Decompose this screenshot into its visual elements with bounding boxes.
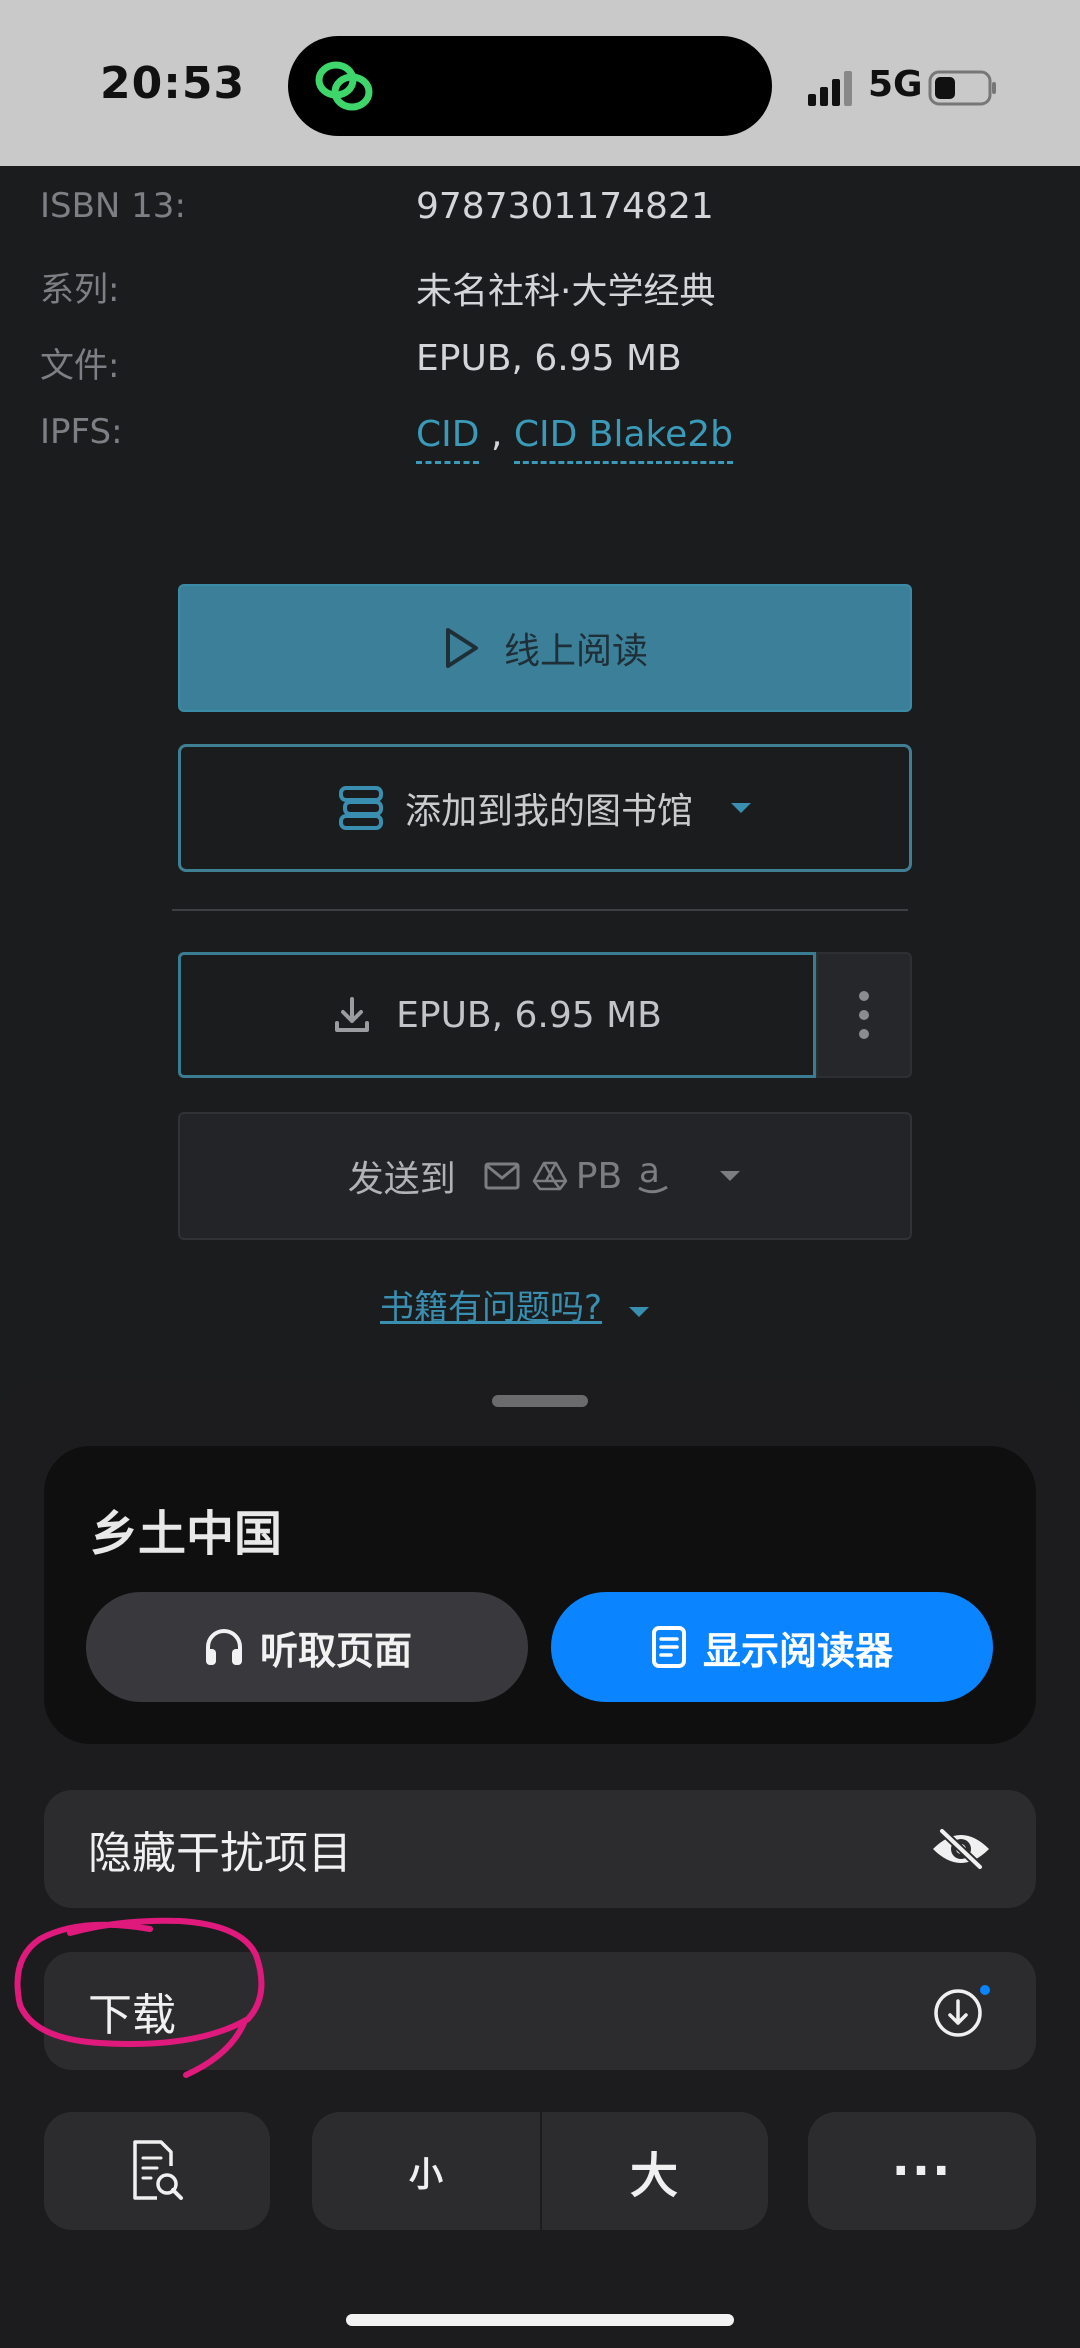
read-online-button[interactable]: 线上阅读 — [178, 584, 912, 712]
listen-label: 听取页面 — [259, 1628, 412, 1673]
library-icon — [338, 786, 383, 830]
text-size-divider — [540, 2112, 542, 2230]
isbn-label: ISBN 13: — [40, 186, 186, 226]
file-label: 文件: — [40, 346, 120, 386]
show-reader-button[interactable]: 显示阅读器 — [551, 1592, 993, 1702]
caret-down-icon — [720, 1171, 741, 1181]
clock: 20:53 — [100, 58, 246, 109]
increase-text-size-button[interactable]: 大 — [540, 2112, 768, 2230]
more-options-button[interactable] — [816, 952, 912, 1078]
decrease-text-size-label: 小 — [409, 2154, 443, 2195]
caret-down-icon — [731, 803, 751, 813]
listen-to-page-button[interactable]: 听取页面 — [86, 1592, 528, 1702]
google-drive-icon — [532, 1161, 568, 1191]
sheet-grabber[interactable] — [492, 1395, 588, 1407]
isbn-value: 9787301174821 — [416, 186, 714, 227]
play-icon — [445, 628, 478, 668]
download-circle-icon — [934, 1985, 990, 2037]
cid-link[interactable]: CID — [416, 414, 480, 464]
add-to-library-label: 添加到我的图书馆 — [404, 791, 693, 832]
text-size-control: 小 大 — [312, 2112, 768, 2230]
ipfs-separator: , — [490, 414, 503, 455]
download-icon — [335, 997, 370, 1032]
increase-text-size-label: 大 — [629, 2148, 678, 2204]
show-reader-label: 显示阅读器 — [702, 1628, 893, 1673]
more-button[interactable]: ··· — [808, 2112, 1036, 2230]
svg-text:a: a — [639, 1154, 660, 1191]
battery-icon — [928, 70, 996, 106]
hide-distracting-items-row[interactable]: 隐藏干扰项目 — [44, 1790, 1036, 1908]
find-in-page-icon — [133, 2140, 183, 2200]
caret-down-icon — [628, 1307, 649, 1317]
vertical-ellipsis-icon — [859, 991, 869, 1039]
download-epub-button[interactable]: EPUB, 6.95 MB — [178, 952, 816, 1078]
decrease-text-size-button[interactable]: 小 — [312, 2112, 540, 2230]
network-type: 5G — [868, 64, 923, 105]
ipfs-label: IPFS: — [40, 412, 123, 452]
headphones-icon — [205, 1629, 242, 1665]
hide-distracting-items-label: 隐藏干扰项目 — [88, 1828, 352, 1879]
signal-icon — [808, 71, 852, 106]
eye-slash-icon — [933, 1828, 989, 1870]
send-to-label: 发送到 — [347, 1159, 456, 1200]
reader-icon — [651, 1626, 686, 1668]
circle-annotation — [14, 1917, 265, 2078]
series-value: 未名社科·大学经典 — [416, 271, 716, 312]
download-epub-label: EPUB, 6.95 MB — [396, 994, 662, 1036]
report-problem-label: 书籍有问题吗? — [380, 1288, 603, 1328]
home-indicator[interactable] — [346, 2314, 734, 2326]
divider — [172, 909, 908, 911]
dynamic-island — [288, 36, 772, 136]
ipfs-links: CID , CID Blake2b — [416, 414, 733, 464]
more-label: ··· — [891, 2143, 953, 2199]
series-label: 系列: — [40, 270, 120, 310]
find-on-page-button[interactable] — [44, 2112, 270, 2230]
amazon-icon: a — [638, 1154, 669, 1194]
status-bar: 20:53 5G — [0, 0, 1080, 166]
send-to-button[interactable]: 发送到 PB a — [178, 1112, 912, 1240]
report-problem-link[interactable]: 书籍有问题吗? — [380, 1280, 651, 1329]
read-online-label: 线上阅读 — [503, 631, 648, 672]
pocketbook-label: PB — [575, 1155, 623, 1197]
cid-blake2b-link[interactable]: CID Blake2b — [513, 414, 733, 464]
link-app-icon — [315, 61, 373, 111]
add-to-library-button[interactable]: 添加到我的图书馆 — [178, 744, 912, 872]
page-title: 乡土中国 — [90, 1506, 283, 1562]
file-value: EPUB, 6.95 MB — [416, 338, 682, 379]
email-icon — [484, 1162, 520, 1190]
